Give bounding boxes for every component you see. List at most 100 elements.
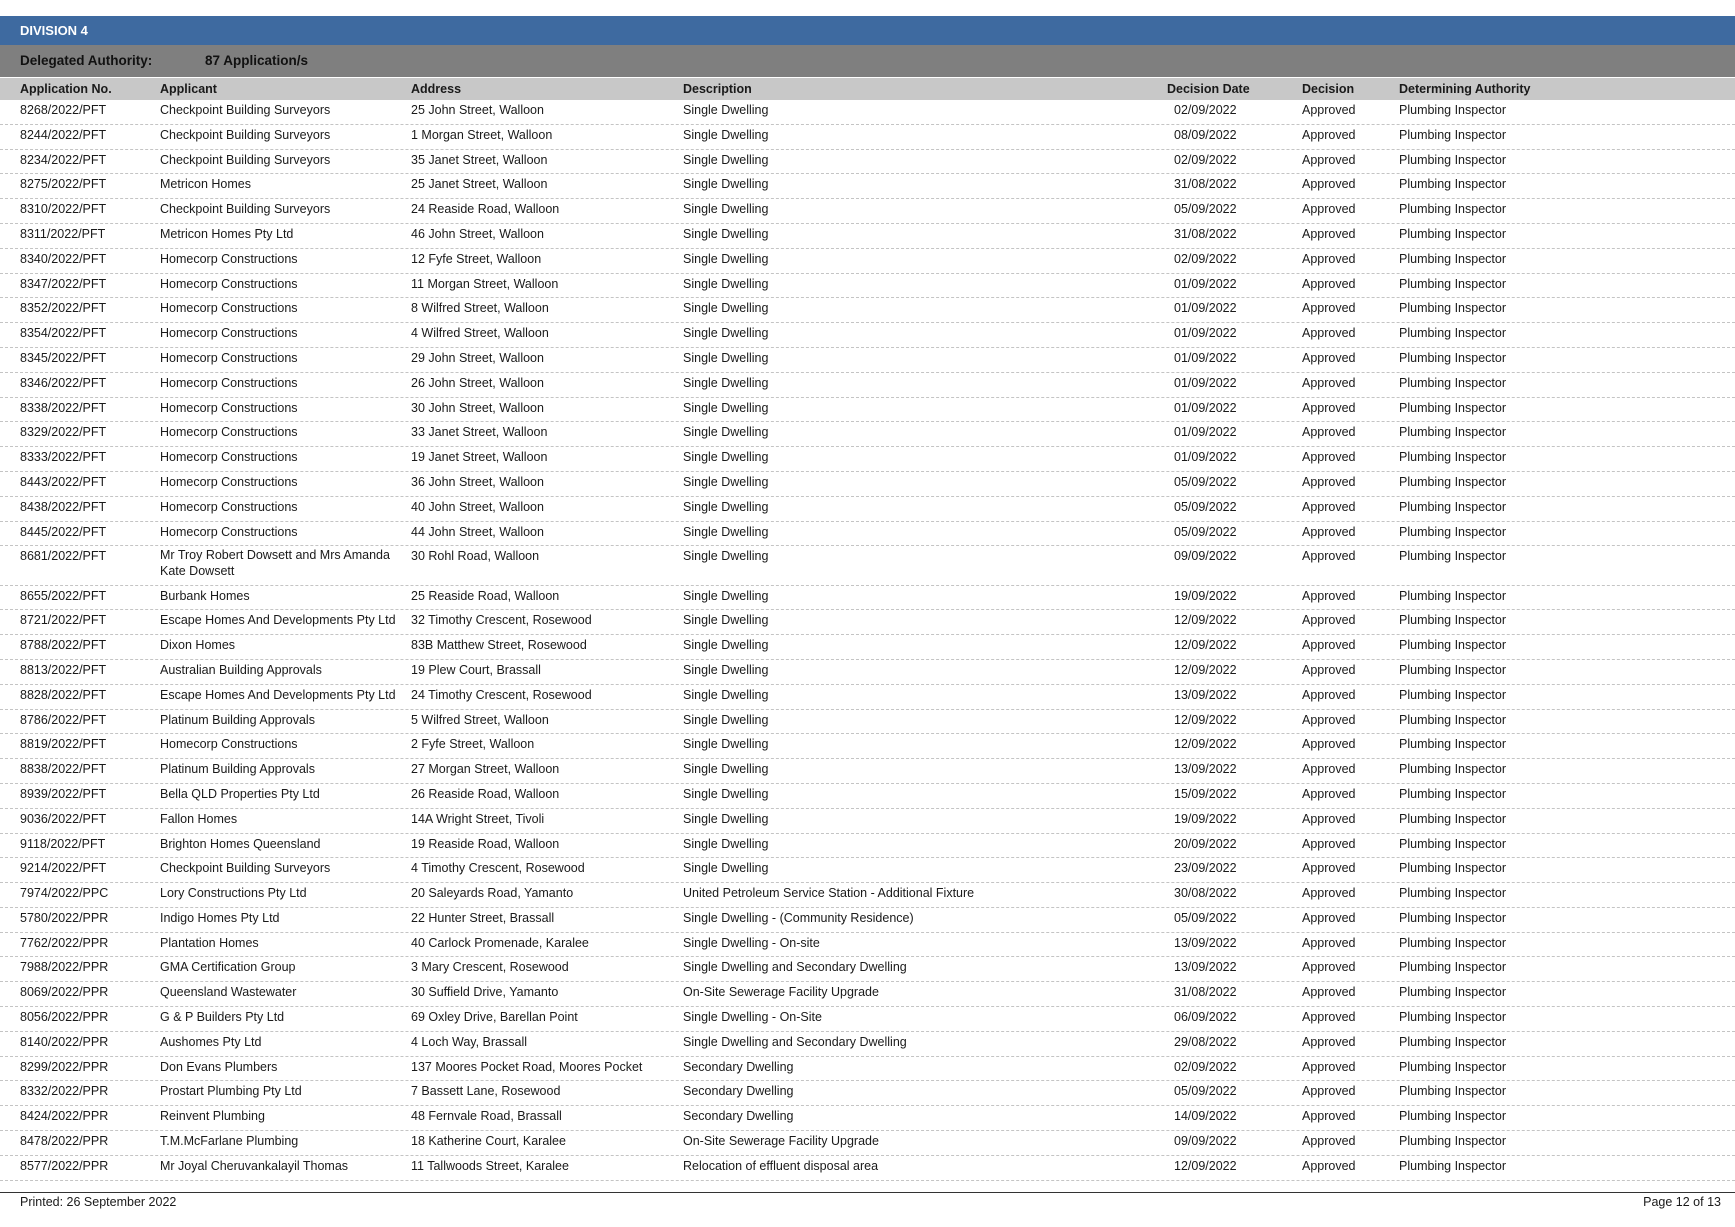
cell-decision: Approved [1302, 251, 1356, 266]
cell-determining-authority: Plumbing Inspector [1399, 1158, 1507, 1173]
table-row: 8352/2022/PFT Homecorp Constructions 8 Wil… [0, 298, 1735, 324]
cell-decision-date: 12/09/2022 [1174, 662, 1237, 677]
cell-decision-date: 15/09/2022 [1174, 786, 1237, 801]
cell-determining-authority: Plumbing Inspector [1399, 910, 1507, 925]
cell-applicant: Mr Troy Robert Dowsett and Mrs Amanda Ka… [160, 548, 390, 578]
cell-description: Single Dwelling [683, 762, 769, 777]
cell-decision-date: 05/09/2022 [1174, 524, 1237, 539]
cell-applicant: Dixon Homes [160, 638, 236, 653]
cell-determining-authority: Plumbing Inspector [1399, 1010, 1507, 1025]
cell-decision: Approved [1302, 910, 1356, 925]
table-row: 5780/2022/PPR Indigo Homes Pty Ltd 22 Hunt… [0, 908, 1735, 933]
cell-description: Single Dwelling [683, 350, 769, 365]
cell-description: Single Dwelling [683, 474, 769, 489]
cell-address: 14A Wright Street, Tivoli [411, 811, 545, 826]
cell-decision-date: 12/09/2022 [1174, 712, 1237, 727]
cell-decision-date: 05/09/2022 [1174, 1084, 1237, 1099]
cell-decision: Approved [1302, 638, 1356, 653]
cell-applicant: GMA Certification Group [160, 960, 296, 975]
cell-description: Single Dwelling - On-Site [683, 1010, 822, 1025]
cell-address: 12 Fyfe Street, Walloon [411, 251, 542, 266]
delegated-authority-label: Delegated Authority: [20, 53, 153, 68]
cell-description: Single Dwelling [683, 450, 769, 465]
cell-applicant: Homecorp Constructions [160, 251, 298, 266]
cell-application-no: 8234/2022/PFT [20, 152, 107, 167]
cell-decision: Approved [1302, 861, 1356, 876]
cell-description: Single Dwelling [683, 202, 769, 217]
cell-application-no: 9118/2022/PFT [20, 836, 106, 851]
table-row: 8828/2022/PFT Escape Homes And Developmen… [0, 685, 1735, 710]
cell-applicant: Escape Homes And Developments Pty Ltd [160, 613, 396, 628]
cell-applicant: Homecorp Constructions [160, 425, 298, 440]
cell-applicant: Aushomes Pty Ltd [160, 1034, 262, 1049]
cell-application-no: 8813/2022/PFT [20, 662, 107, 677]
cell-address: 25 Janet Street, Walloon [411, 177, 548, 192]
table-row: 8333/2022/PFT Homecorp Constructions 19 Ja… [0, 447, 1735, 472]
cell-decision-date: 19/09/2022 [1174, 811, 1237, 826]
cell-description: On-Site Sewerage Facility Upgrade [683, 985, 879, 1000]
cell-address: 4 Wilfred Street, Walloon [411, 326, 549, 341]
cell-description: Single Dwelling [683, 836, 769, 851]
cell-determining-authority: Plumbing Inspector [1399, 276, 1507, 291]
cell-determining-authority: Plumbing Inspector [1399, 712, 1507, 727]
cell-application-no: 8299/2022/PPR [20, 1059, 109, 1074]
cell-decision-date: 05/09/2022 [1174, 499, 1237, 514]
cell-application-no: 8838/2022/PFT [20, 762, 107, 777]
cell-applicant: Plantation Homes [160, 935, 259, 950]
cell-applicant: Don Evans Plumbers [160, 1059, 278, 1074]
cell-decision: Approved [1302, 786, 1356, 801]
cell-decision-date: 05/09/2022 [1174, 474, 1237, 489]
cell-description: Single Dwelling [683, 152, 769, 167]
cell-address: 83B Matthew Street, Rosewood [411, 638, 587, 653]
cell-application-no: 8338/2022/PFT [20, 400, 107, 415]
cell-determining-authority: Plumbing Inspector [1399, 687, 1507, 702]
cell-description: Single Dwelling [683, 861, 769, 876]
table-row: 8424/2022/PPR Reinvent Plumbing 48 Fernval… [0, 1106, 1735, 1132]
cell-application-no: 5780/2022/PPR [20, 910, 109, 925]
table-row: 7974/2022/PPC Lory Constructions Pty Ltd 2… [0, 883, 1735, 908]
cell-address: 30 Suffield Drive, Yamanto [411, 985, 559, 1000]
cell-applicant: Indigo Homes Pty Ltd [160, 910, 280, 925]
cell-description: Single Dwelling [683, 326, 769, 341]
cell-determining-authority: Plumbing Inspector [1399, 985, 1507, 1000]
cell-applicant: Metricon Homes [160, 177, 251, 192]
cell-description: Single Dwelling [683, 400, 769, 415]
header-applicant: Applicant [160, 82, 217, 96]
table-row: 8786/2022/PFT Platinum Building Approvals… [0, 710, 1735, 735]
cell-determining-authority: Plumbing Inspector [1399, 811, 1507, 826]
table-row: 8332/2022/PPR Prostart Plumbing Pty Ltd 7 … [0, 1081, 1735, 1107]
cell-applicant: Metricon Homes Pty Ltd [160, 226, 294, 241]
cell-decision: Approved [1302, 985, 1356, 1000]
cell-application-no: 8069/2022/PPR [20, 985, 109, 1000]
cell-decision-date: 13/09/2022 [1174, 687, 1237, 702]
division-title: DIVISION 4 [0, 16, 1735, 45]
cell-determining-authority: Plumbing Inspector [1399, 499, 1507, 514]
cell-decision: Approved [1302, 1034, 1356, 1049]
cell-address: 11 Morgan Street, Walloon [411, 276, 559, 291]
cell-description: Single Dwelling [683, 226, 769, 241]
cell-decision-date: 31/08/2022 [1174, 226, 1237, 241]
cell-decision: Approved [1302, 737, 1356, 752]
cell-address: 19 Reaside Road, Walloon [411, 836, 560, 851]
cell-determining-authority: Plumbing Inspector [1399, 613, 1507, 628]
cell-address: 3 Mary Crescent, Rosewood [411, 960, 569, 975]
cell-decision: Approved [1302, 613, 1356, 628]
cell-application-no: 8244/2022/PFT [20, 127, 107, 142]
cell-applicant: Homecorp Constructions [160, 450, 298, 465]
cell-applicant: Escape Homes And Developments Pty Ltd [160, 687, 396, 702]
table-row: 8721/2022/PFT Escape Homes And Developmen… [0, 610, 1735, 636]
cell-description: Single Dwelling [683, 425, 769, 440]
cell-decision: Approved [1302, 499, 1356, 514]
cell-description: Single Dwelling - On-site [683, 935, 820, 950]
cell-applicant: Prostart Plumbing Pty Ltd [160, 1084, 302, 1099]
table-row: 8443/2022/PFT Homecorp Constructions 36 Jo… [0, 472, 1735, 497]
cell-description: Single Dwelling [683, 588, 769, 603]
cell-applicant: Lory Constructions Pty Ltd [160, 886, 307, 901]
cell-address: 29 John Street, Walloon [411, 350, 544, 365]
table-row: 8311/2022/PFT Metricon Homes Pty Ltd 46 Jo… [0, 224, 1735, 249]
header-decision: Decision [1302, 82, 1355, 96]
cell-decision-date: 19/09/2022 [1174, 588, 1237, 603]
cell-decision: Approved [1302, 425, 1356, 440]
cell-application-no: 8445/2022/PFT [20, 524, 107, 539]
cell-decision: Approved [1302, 1134, 1356, 1149]
